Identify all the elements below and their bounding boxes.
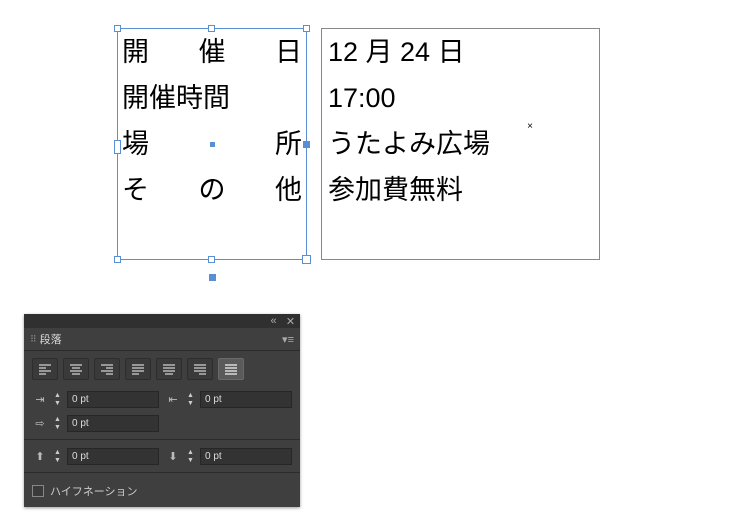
align-right-button[interactable] [94,358,120,380]
label-row: その他 [118,167,306,213]
value-row: 17:00 [322,75,599,121]
space-before-icon: ⬆ [32,450,48,463]
alignment-row [24,351,300,387]
panel-menu-icon[interactable]: ▾≡ [282,333,294,346]
label-row: 開催時間 [118,75,306,121]
align-center-button[interactable] [63,358,89,380]
selection-handle[interactable] [114,25,121,32]
label-row: 開催日 [118,29,306,75]
indent-right-input[interactable] [200,391,292,408]
justify-center-button[interactable] [156,358,182,380]
stepper[interactable]: ▲▼ [52,414,63,432]
panel-tabbar: ⠿ 段落 ▾≡ [24,328,300,351]
panel-tab[interactable]: 段落 [40,331,62,347]
first-line-indent-icon: ⇨ [32,417,48,430]
stepper[interactable]: ▲▼ [52,447,63,465]
text-frame-labels[interactable]: 開催日 開催時間 場所 その他 [117,28,307,260]
value-row: うたよみ広場 [322,121,599,167]
cursor-mark: × [527,121,533,132]
stepper[interactable]: ▲▼ [185,447,196,465]
anchor-handle[interactable] [303,141,310,148]
selection-handle[interactable] [302,255,311,264]
stepper[interactable]: ▲▼ [52,390,63,408]
stepper[interactable]: ▲▼ [185,390,196,408]
hyphenation-checkbox[interactable] [32,485,44,497]
collapse-icon[interactable]: « [268,316,279,327]
align-left-button[interactable] [32,358,58,380]
justify-full-button[interactable] [218,358,244,380]
text-frame-values[interactable]: 12 月 24 日 17:00 うたよみ広場 参加費無料 × [321,28,600,260]
indent-left-input[interactable] [67,391,159,408]
close-icon[interactable]: ✕ [285,316,296,327]
space-before-input[interactable] [67,448,159,465]
value-row: 参加費無料 [322,167,599,213]
selection-handle[interactable] [208,256,215,263]
value-row: 12 月 24 日 [322,29,599,75]
indent-right-icon: ⇤ [165,393,181,406]
panel-titlebar[interactable]: « ✕ [24,314,300,328]
justify-left-button[interactable] [125,358,151,380]
space-after-input[interactable] [200,448,292,465]
indent-left-icon: ⇥ [32,393,48,406]
space-after-icon: ⬇ [165,450,181,463]
selection-handle[interactable] [114,256,121,263]
first-line-input[interactable] [67,415,159,432]
center-point [210,142,215,147]
selection-handle[interactable] [114,140,121,154]
paragraph-panel[interactable]: « ✕ ⠿ 段落 ▾≡ ⇥ ▲▼ ⇤ ▲▼ ⇨ ▲▼ [24,314,300,507]
selection-handle[interactable] [303,25,310,32]
anchor-handle[interactable] [209,274,216,281]
grip-icon[interactable]: ⠿ [30,334,36,345]
justify-right-button[interactable] [187,358,213,380]
selection-handle[interactable] [208,25,215,32]
hyphenation-label: ハイフネーション [50,483,138,499]
